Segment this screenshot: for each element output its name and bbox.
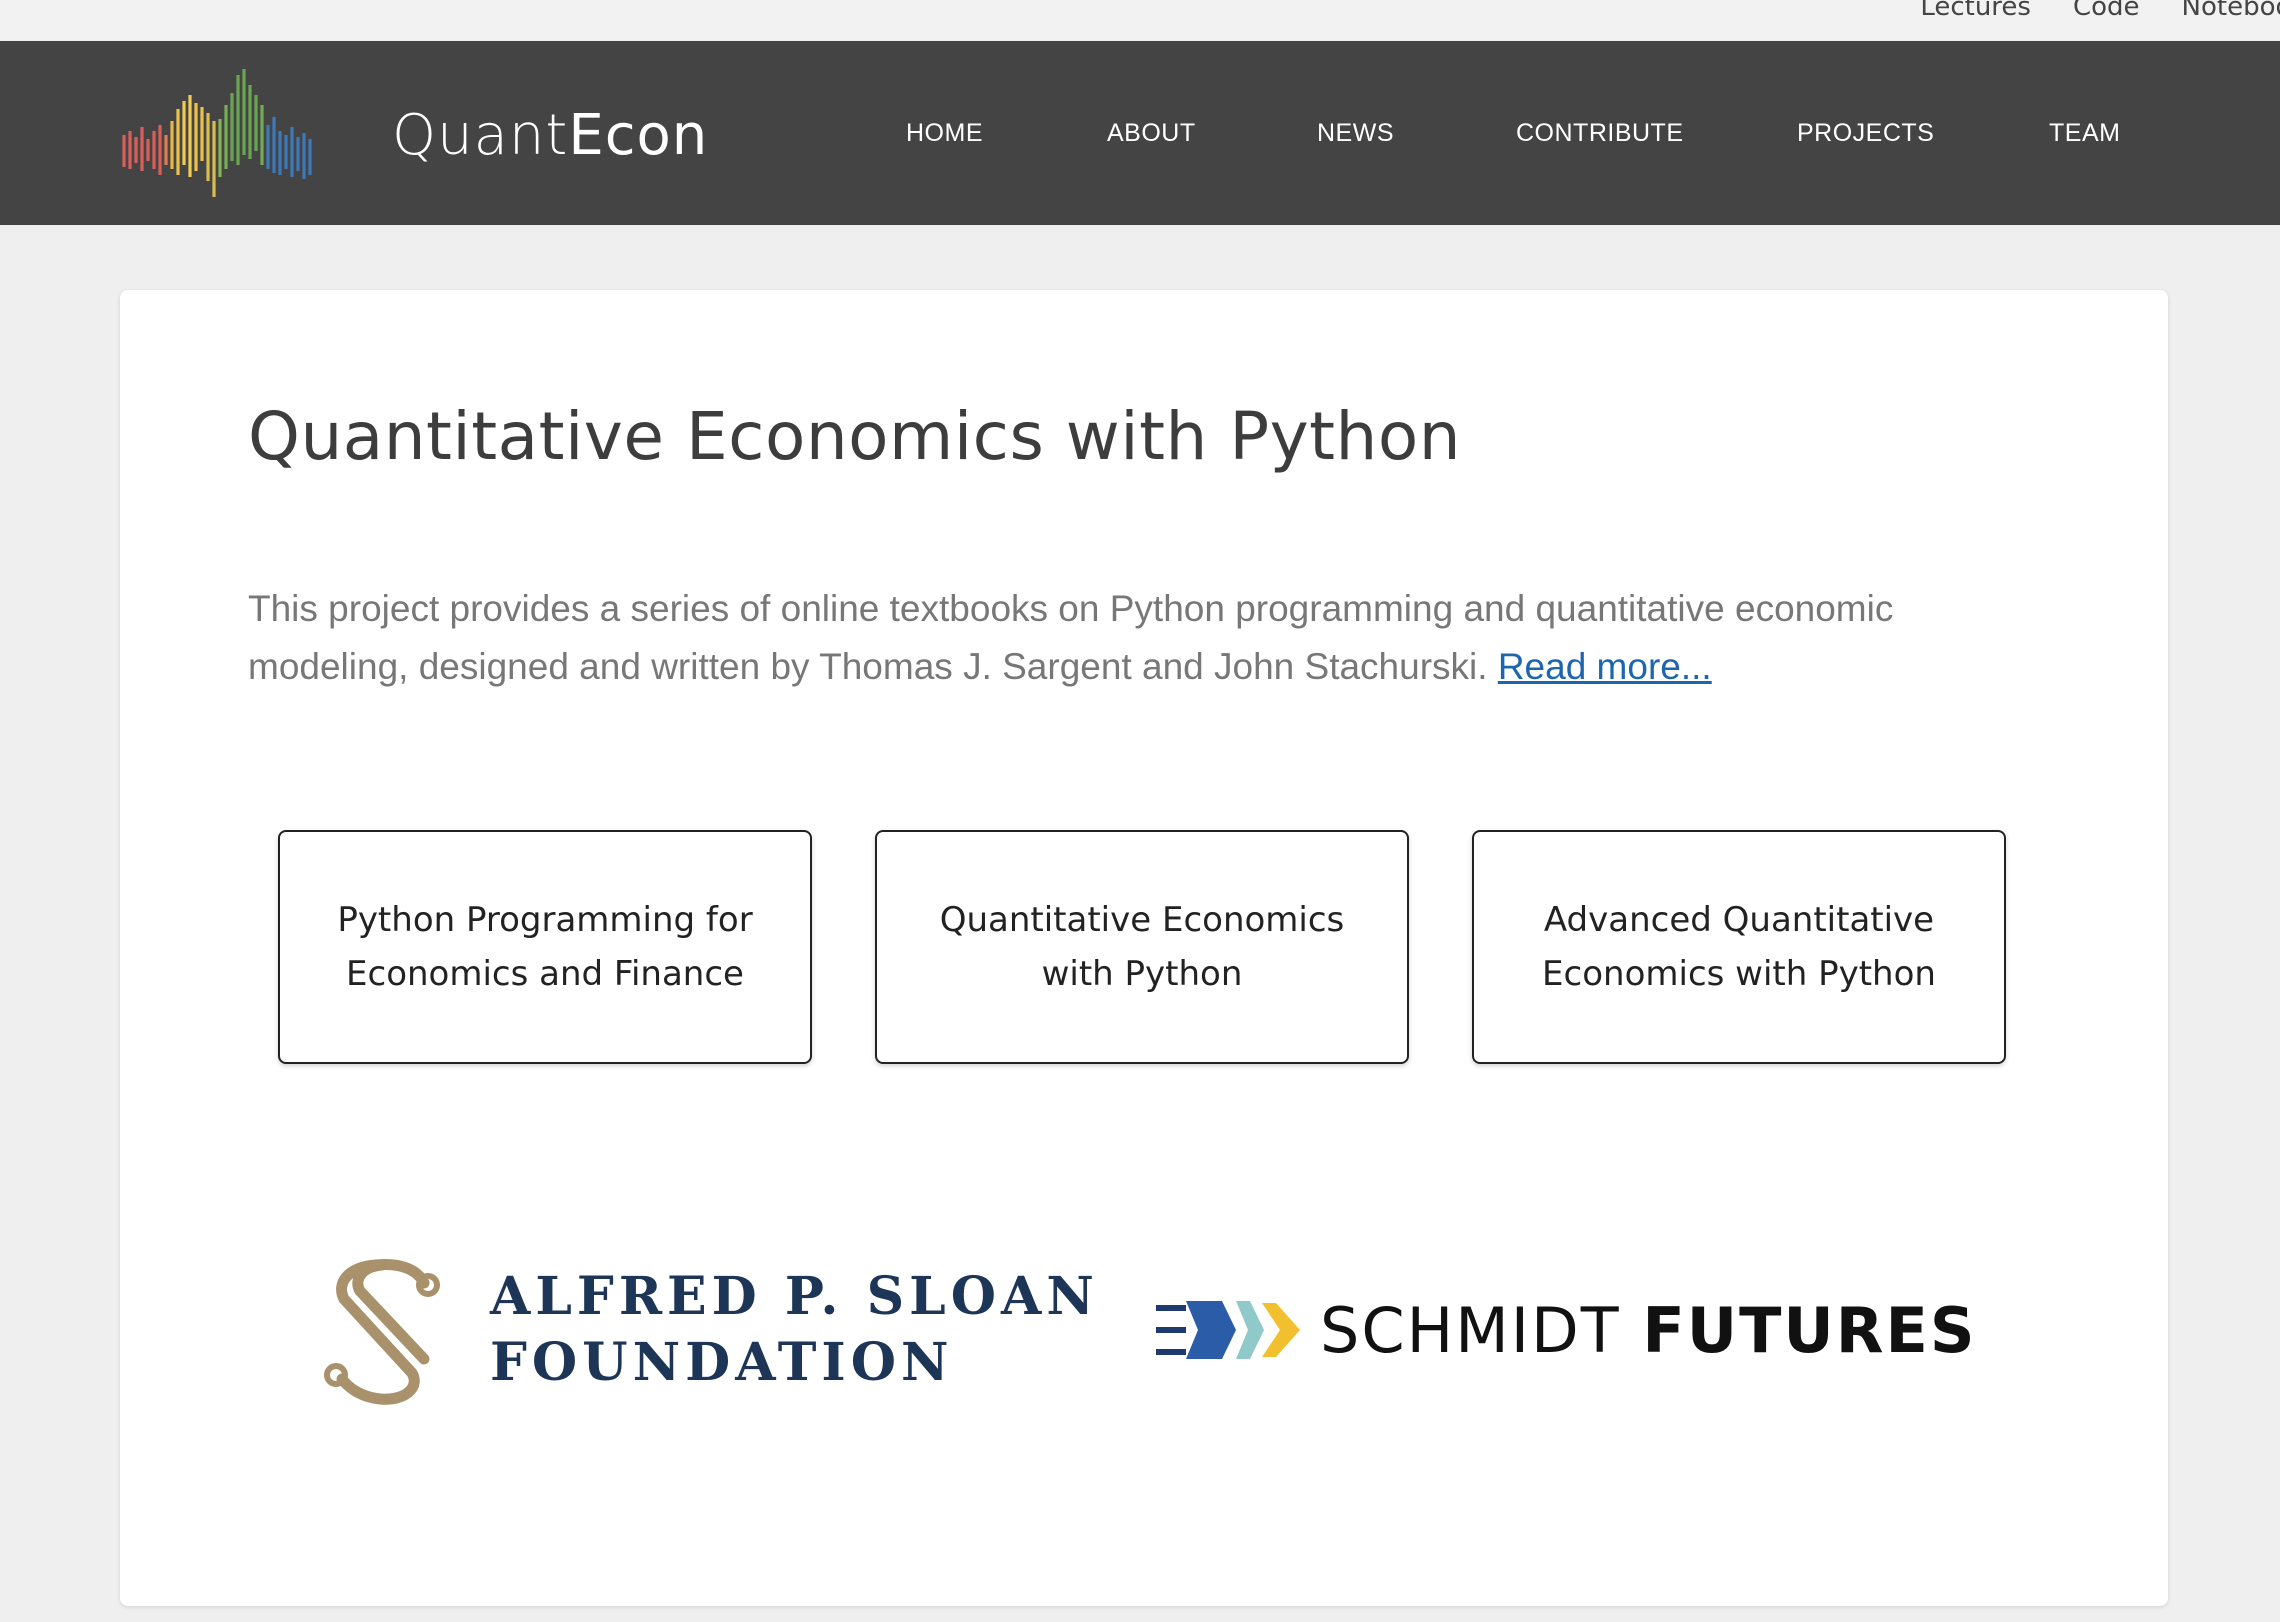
- nav-home[interactable]: HOME: [906, 119, 983, 148]
- book-link-advanced-quantitative-economics[interactable]: Advanced Quantitative Economics with Pyt…: [1472, 830, 2006, 1064]
- nav-contribute[interactable]: CONTRIBUTE: [1516, 119, 1684, 148]
- utility-link-lectures[interactable]: Lectures: [1920, 0, 2031, 22]
- content-card: Quantitative Economics with Python This …: [120, 290, 2168, 1606]
- utility-link-code[interactable]: Code: [2073, 0, 2140, 22]
- book-link-quantitative-economics[interactable]: Quantitative Economics with Python: [875, 830, 1409, 1064]
- nav-about[interactable]: ABOUT: [1107, 119, 1196, 148]
- futures-word: FUTURES: [1642, 1293, 1977, 1367]
- nav-links: HOME ABOUT NEWS CONTRIBUTE PROJECTS TEAM: [0, 41, 2280, 225]
- sloan-line-1: ALFRED P. SLOAN: [490, 1266, 1099, 1327]
- page-title: Quantitative Economics with Python: [248, 398, 1462, 475]
- intro-paragraph: This project provides a series of online…: [248, 580, 2028, 696]
- main-navbar: QuantEcon HOME ABOUT NEWS CONTRIBUTE PRO…: [0, 41, 2280, 225]
- book-links: Python Programming for Economics and Fin…: [278, 830, 2010, 1068]
- book-title: Advanced Quantitative Economics with Pyt…: [1542, 900, 1936, 994]
- nav-projects[interactable]: PROJECTS: [1797, 119, 1934, 148]
- book-title: Quantitative Economics with Python: [939, 900, 1345, 994]
- schmidt-futures-mark-icon: [1156, 1301, 1300, 1359]
- read-more-link[interactable]: Read more...: [1498, 646, 1712, 687]
- utility-bar: Lectures Code Notebooks: [0, 0, 2280, 40]
- nav-team[interactable]: TEAM: [2049, 119, 2120, 148]
- schmidt-wordmark: SCHMIDT FUTURES: [1320, 1294, 1976, 1367]
- schmidt-word: SCHMIDT: [1320, 1293, 1621, 1367]
- nav-news[interactable]: NEWS: [1317, 119, 1394, 148]
- sloan-foundation-logo[interactable]: ALFRED P. SLOAN FOUNDATION: [320, 1250, 1099, 1410]
- utility-links: Lectures Code Notebooks: [1920, 0, 2280, 22]
- sloan-wordmark: ALFRED P. SLOAN FOUNDATION: [490, 1264, 1099, 1396]
- book-link-python-programming[interactable]: Python Programming for Economics and Fin…: [278, 830, 812, 1064]
- utility-link-notebooks[interactable]: Notebooks: [2182, 0, 2280, 22]
- sponsors: ALFRED P. SLOAN FOUNDATION SCHMIDT FUTUR…: [120, 1250, 2168, 1430]
- book-title: Python Programming for Economics and Fin…: [337, 900, 753, 994]
- sloan-s-icon: [324, 1259, 440, 1405]
- schmidt-futures-logo[interactable]: SCHMIDT FUTURES: [1156, 1280, 1976, 1380]
- sloan-line-2: FOUNDATION: [490, 1332, 954, 1393]
